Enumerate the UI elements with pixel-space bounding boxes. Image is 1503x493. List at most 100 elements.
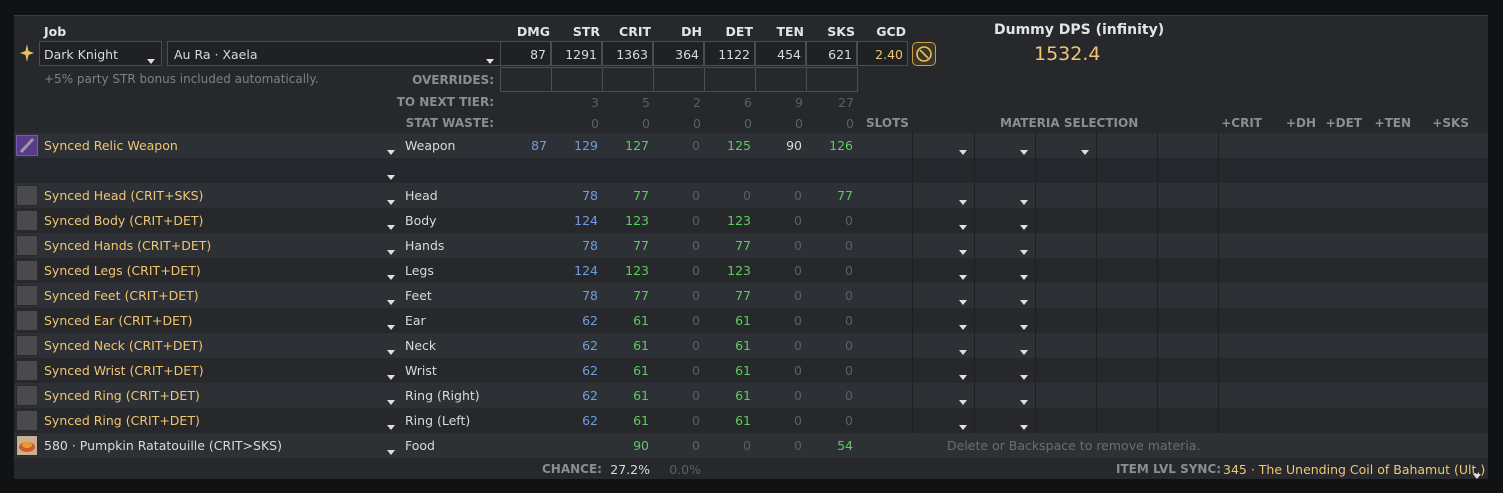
materia-slot-chevron-down-icon[interactable] [1020,193,1028,208]
override-crit-input[interactable] [602,67,654,92]
gear-row-body[interactable]: Synced Body (CRIT+DET) Body 124 123 0 123 0 0 [14,208,1488,233]
gear-item-chevron-down-icon[interactable] [387,318,395,333]
head-icon [16,185,38,206]
gear-stat-det: 61 [735,388,751,403]
materia-slot-chevron-down-icon[interactable] [1020,393,1028,408]
gear-stat-dh: 0 [692,363,700,378]
rotation-icon[interactable] [912,42,936,66]
materia-slot-chevron-down-icon[interactable] [959,268,967,283]
gear-slot-label: Feet [405,288,432,303]
gear-stat-det: 123 [727,213,751,228]
column-separator [974,283,975,308]
food-row[interactable]: 580 · Pumpkin Ratatouille (CRIT>SKS) Food… [14,433,1488,458]
materia-slot-chevron-down-icon[interactable] [1020,343,1028,358]
job-select[interactable]: Dark Knight [39,41,162,66]
override-str-input[interactable] [551,67,603,92]
stat-crit-value: 1363 [602,41,653,66]
materia-slot-chevron-down-icon[interactable] [1020,418,1028,433]
materia-slot-chevron-down-icon[interactable] [1020,368,1028,383]
gear-row-ear[interactable]: Synced Ear (CRIT+DET) Ear 62 61 0 61 0 0 [14,308,1488,333]
gear-row-weapon[interactable]: Synced Relic Weapon Weapon 87 129 127 0 125 90 1… [14,133,1488,158]
column-separator [1035,233,1036,258]
materia-slot-chevron-down-icon[interactable] [959,218,967,233]
gear-item-name: Synced Body (CRIT+DET) [44,213,204,228]
materia-slot-chevron-down-icon[interactable] [1081,143,1089,158]
materia-slot-chevron-down-icon[interactable] [959,368,967,383]
gear-row-ring-left[interactable]: Synced Ring (CRIT+DET) Ring (Left) 62 61 0 61… [14,408,1488,433]
gear-stat-dmg: 87 [531,138,547,153]
gear-row-wrist[interactable]: Synced Wrist (CRIT+DET) Wrist 62 61 0 61 0 0 [14,358,1488,383]
gear-row-head[interactable]: Synced Head (CRIT+SKS) Head 78 77 0 0 0 77 [14,183,1488,208]
plus-det-header: +DET [1325,116,1362,130]
column-separator [912,233,913,258]
offhand-chevron-down-icon[interactable] [387,168,395,183]
gear-row-ring-right[interactable]: Synced Ring (CRIT+DET) Ring (Right) 62 61 0 6… [14,383,1488,408]
gear-item-chevron-down-icon[interactable] [387,218,395,233]
column-separator [1157,333,1158,358]
gear-stat-str: 124 [574,213,598,228]
food-name: 580 · Pumpkin Ratatouille (CRIT>SKS) [44,438,282,453]
override-dmg-input[interactable] [500,67,552,92]
next-tier-sks: 27 [838,95,854,110]
materia-slot-chevron-down-icon[interactable] [959,318,967,333]
food-chevron-down-icon[interactable] [387,443,395,458]
column-separator [1035,358,1036,383]
gear-item-chevron-down-icon[interactable] [387,143,395,158]
gear-item-name: Synced Wrist (CRIT+DET) [44,363,204,378]
materia-slot-chevron-down-icon[interactable] [959,418,967,433]
gear-row-hands[interactable]: Synced Hands (CRIT+DET) Hands 78 77 0 77 0 0 [14,233,1488,258]
materia-slot-chevron-down-icon[interactable] [959,393,967,408]
gear-item-chevron-down-icon[interactable] [387,268,395,283]
column-separator [974,208,975,233]
gear-item-chevron-down-icon[interactable] [387,243,395,258]
column-separator [1218,308,1219,333]
gear-stat-dh: 0 [692,288,700,303]
item-level-sync-select[interactable]: 345 · The Unending Coil of Bahamut (Ult.… [1219,457,1489,479]
gear-stat-dh: 0 [692,263,700,278]
materia-slot-chevron-down-icon[interactable] [1020,243,1028,258]
waste-dh: 0 [693,116,701,131]
item-level-sync-label: ITEM LVL SYNC: [1116,462,1222,476]
column-separator [912,333,913,358]
gear-item-chevron-down-icon[interactable] [387,368,395,383]
override-ten-input[interactable] [755,67,807,92]
gear-item-name: Synced Hands (CRIT+DET) [44,238,212,253]
materia-slot-chevron-down-icon[interactable] [959,143,967,158]
gear-row-offhand[interactable] [14,158,1488,183]
override-det-input[interactable] [704,67,756,92]
gear-row-feet[interactable]: Synced Feet (CRIT+DET) Feet 78 77 0 77 0 0 [14,283,1488,308]
materia-slot-chevron-down-icon[interactable] [959,243,967,258]
materia-slot-chevron-down-icon[interactable] [959,343,967,358]
override-dh-input[interactable] [653,67,705,92]
materia-slot-chevron-down-icon[interactable] [959,193,967,208]
food-stat-sks: 54 [837,438,853,453]
column-separator [1218,258,1219,283]
materia-slot-chevron-down-icon[interactable] [1020,218,1028,233]
gear-item-chevron-down-icon[interactable] [387,193,395,208]
gear-slot-label: Ring (Right) [405,388,480,403]
column-separator [1218,358,1219,383]
gear-item-chevron-down-icon[interactable] [387,343,395,358]
chance-dh-value: 0.0% [669,462,701,477]
gear-item-chevron-down-icon[interactable] [387,393,395,408]
header-dmg: DMG [516,24,550,39]
materia-slot-chevron-down-icon[interactable] [1020,293,1028,308]
override-sks-input[interactable] [806,67,858,92]
gear-row-legs[interactable]: Synced Legs (CRIT+DET) Legs 124 123 0 123 0 0 [14,258,1488,283]
race-select[interactable]: Au Ra · Xaela [167,41,501,66]
column-separator [974,133,975,158]
body-icon [16,210,38,231]
gear-stat-ten: 0 [794,363,802,378]
materia-slot-chevron-down-icon[interactable] [1020,268,1028,283]
gear-row-neck[interactable]: Synced Neck (CRIT+DET) Neck 62 61 0 61 0 0 [14,333,1488,358]
column-separator [1035,308,1036,333]
materia-slot-chevron-down-icon[interactable] [1020,318,1028,333]
gear-item-chevron-down-icon[interactable] [387,418,395,433]
stat-ten-value: 454 [755,41,806,66]
materia-slot-chevron-down-icon[interactable] [959,293,967,308]
gear-stat-crit: 123 [625,263,649,278]
gear-item-chevron-down-icon[interactable] [387,293,395,308]
column-separator [974,183,975,208]
materia-slot-chevron-down-icon[interactable] [1020,143,1028,158]
gear-stat-str: 62 [582,363,598,378]
